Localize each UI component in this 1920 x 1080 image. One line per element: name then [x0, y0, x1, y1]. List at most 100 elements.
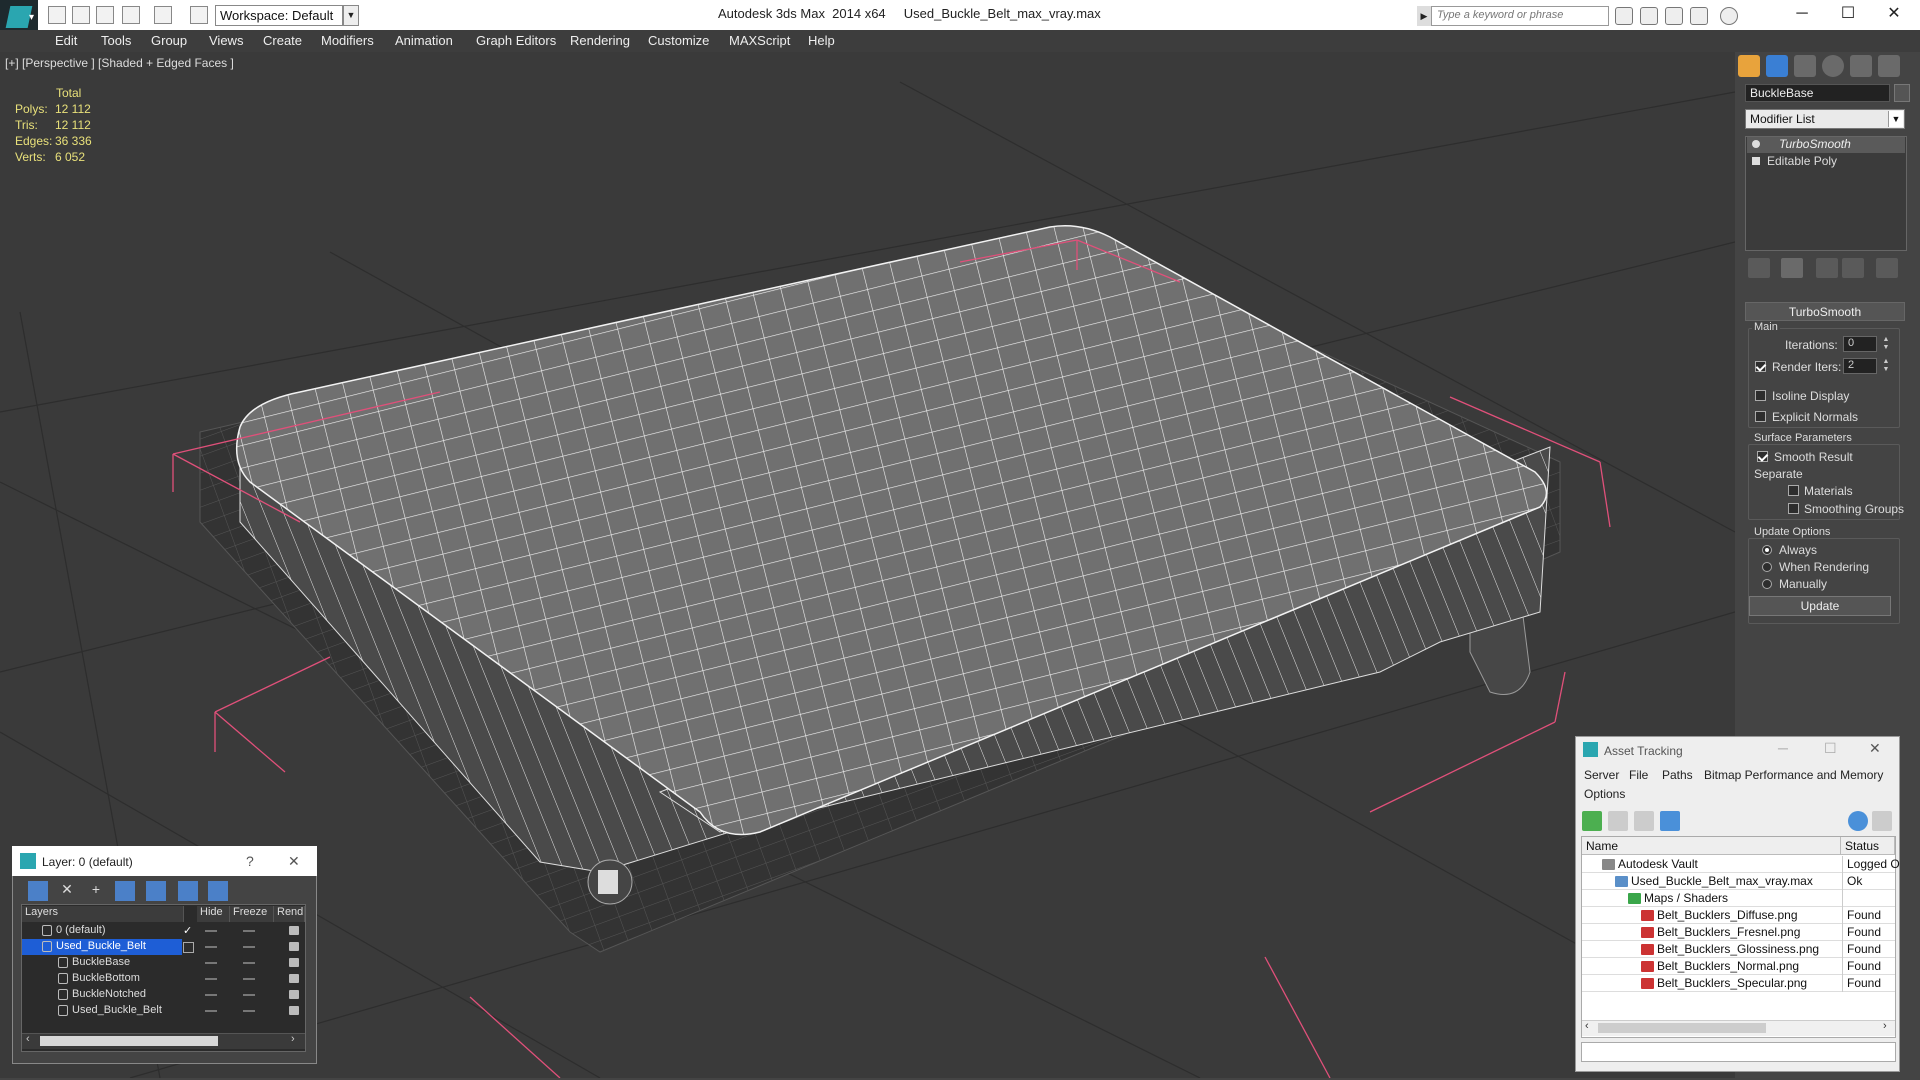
star-icon[interactable]	[1690, 7, 1708, 25]
scroll-right-icon[interactable]: ›	[291, 1033, 295, 1045]
configure-sets-icon[interactable]	[1876, 258, 1898, 278]
menu-graph-editors[interactable]: Graph Editors	[476, 33, 556, 48]
layer-row[interactable]: BuckleBase	[22, 955, 305, 971]
when-rendering-radio[interactable]	[1762, 562, 1772, 572]
list-view-icon[interactable]	[1608, 811, 1628, 831]
help-icon[interactable]	[1720, 7, 1738, 25]
binoculars-icon[interactable]	[1615, 7, 1633, 25]
menu-maxscript[interactable]: MAXScript	[729, 33, 790, 48]
isoline-display-checkbox[interactable]	[1755, 390, 1766, 401]
render-toggle-icon[interactable]	[289, 958, 299, 967]
always-radio[interactable]	[1762, 545, 1772, 555]
render-iters-spinner[interactable]: ▲ ▼	[1881, 358, 1891, 374]
scrollbar-thumb[interactable]	[1598, 1023, 1766, 1033]
asset-row[interactable]: Autodesk Vault Logged O	[1582, 856, 1900, 873]
manually-radio[interactable]	[1762, 579, 1772, 589]
chevron-down-icon[interactable]: ▼	[1888, 111, 1903, 127]
asset-row[interactable]: Used_Buckle_Belt_max_vray.max Ok	[1582, 873, 1895, 890]
column-layers[interactable]: Layers	[22, 906, 184, 922]
hide-layers-icon[interactable]	[178, 881, 198, 901]
freeze-layers-icon[interactable]	[208, 881, 228, 901]
at-menu-paths[interactable]: Paths	[1662, 768, 1693, 782]
menu-group[interactable]: Group	[151, 33, 187, 48]
account-icon[interactable]	[1665, 7, 1683, 25]
stack-item-editable-poly[interactable]: Editable Poly	[1747, 154, 1905, 170]
asset-row[interactable]: Belt_Bucklers_Specular.png Found	[1582, 975, 1895, 992]
hide-toggle[interactable]	[205, 1010, 217, 1012]
viewport-label[interactable]: [+] [Perspective ] [Shaded + Edged Faces…	[5, 56, 234, 70]
object-color-swatch[interactable]	[1894, 84, 1910, 102]
project-folder-icon[interactable]	[190, 6, 208, 24]
remove-modifier-icon[interactable]	[1842, 258, 1864, 278]
column-status[interactable]: Status	[1841, 837, 1895, 855]
iterations-input[interactable]: 0	[1843, 336, 1877, 352]
hide-toggle[interactable]	[205, 962, 217, 964]
create-tab-icon[interactable]	[1738, 55, 1760, 77]
display-tab-icon[interactable]	[1850, 55, 1872, 77]
asset-row[interactable]: Maps / Shaders	[1582, 890, 1895, 907]
chevron-down-icon[interactable]: ▼	[343, 5, 359, 26]
column-name[interactable]: Name	[1582, 837, 1841, 855]
hide-toggle[interactable]	[205, 978, 217, 980]
save-file-icon[interactable]	[96, 6, 114, 24]
settings-icon[interactable]	[1872, 811, 1892, 831]
current-layer-check-icon[interactable]: ✓	[183, 924, 192, 937]
explicit-normals-checkbox[interactable]	[1755, 411, 1766, 422]
menu-tools[interactable]: Tools	[101, 33, 131, 48]
freeze-toggle[interactable]	[243, 1010, 255, 1012]
asset-row[interactable]: Belt_Bucklers_Normal.png Found	[1582, 958, 1895, 975]
make-unique-icon[interactable]	[1816, 258, 1838, 278]
freeze-toggle[interactable]	[243, 930, 255, 932]
maximize-button[interactable]: ☐	[1826, 2, 1870, 26]
scrollbar-thumb[interactable]	[40, 1036, 218, 1046]
scroll-right-icon[interactable]: ›	[1883, 1020, 1887, 1032]
freeze-toggle[interactable]	[243, 962, 255, 964]
close-button[interactable]: ✕	[1872, 2, 1916, 26]
render-iters-checkbox[interactable]	[1755, 361, 1766, 372]
layer-row[interactable]: Used_Buckle_Belt	[22, 1003, 305, 1019]
table-view-icon[interactable]	[1660, 811, 1680, 831]
asset-row[interactable]: Belt_Bucklers_Glossiness.png Found	[1582, 941, 1895, 958]
smooth-result-checkbox[interactable]	[1757, 451, 1768, 462]
add-layer-icon[interactable]: +	[86, 881, 106, 901]
refresh-icon[interactable]	[1582, 811, 1602, 831]
materials-checkbox[interactable]	[1788, 485, 1799, 496]
smoothing-groups-checkbox[interactable]	[1788, 503, 1799, 514]
scroll-left-icon[interactable]: ‹	[1585, 1020, 1589, 1032]
menu-modifiers[interactable]: Modifiers	[321, 33, 374, 48]
utilities-tab-icon[interactable]	[1878, 55, 1900, 77]
select-objects-icon[interactable]	[115, 881, 135, 901]
current-layer-box[interactable]	[183, 942, 194, 953]
hide-toggle[interactable]	[205, 994, 217, 996]
menu-create[interactable]: Create	[263, 33, 302, 48]
hide-toggle[interactable]	[205, 946, 217, 948]
show-end-result-icon[interactable]	[1781, 258, 1803, 278]
render-toggle-icon[interactable]	[289, 974, 299, 983]
update-button[interactable]: Update	[1749, 596, 1891, 616]
close-button[interactable]: ✕	[1869, 740, 1881, 757]
column-freeze[interactable]: Freeze	[230, 906, 274, 922]
workspace-dropdown[interactable]: Workspace: Default	[215, 5, 343, 26]
render-toggle-icon[interactable]	[289, 926, 299, 935]
layer-row[interactable]: 0 (default) ✓	[22, 923, 305, 939]
help-icon[interactable]	[1848, 811, 1868, 831]
scroll-left-icon[interactable]: ‹	[26, 1033, 30, 1045]
highlight-layer-icon[interactable]	[146, 881, 166, 901]
column-render[interactable]: Rend	[274, 906, 305, 922]
asset-row[interactable]: Belt_Bucklers_Diffuse.png Found	[1582, 907, 1895, 924]
object-name-field[interactable]: BuckleBase	[1745, 84, 1890, 102]
search-icon[interactable]	[1640, 7, 1658, 25]
open-file-icon[interactable]	[72, 6, 90, 24]
at-menu-file[interactable]: File	[1629, 768, 1648, 782]
modifier-list-dropdown[interactable]: Modifier List	[1745, 109, 1905, 129]
column-hide[interactable]: Hide	[197, 906, 230, 922]
lightbulb-icon[interactable]	[1752, 140, 1760, 148]
layers-icon[interactable]	[28, 881, 48, 901]
layer-row[interactable]: Used_Buckle_Belt	[22, 939, 305, 955]
freeze-toggle[interactable]	[243, 946, 255, 948]
minimize-button[interactable]: ─	[1778, 740, 1788, 756]
asset-row[interactable]: Belt_Bucklers_Fresnel.png Found	[1582, 924, 1895, 941]
minimize-button[interactable]: ─	[1780, 2, 1824, 26]
layer-row[interactable]: BuckleBottom	[22, 971, 305, 987]
render-toggle-icon[interactable]	[289, 990, 299, 999]
